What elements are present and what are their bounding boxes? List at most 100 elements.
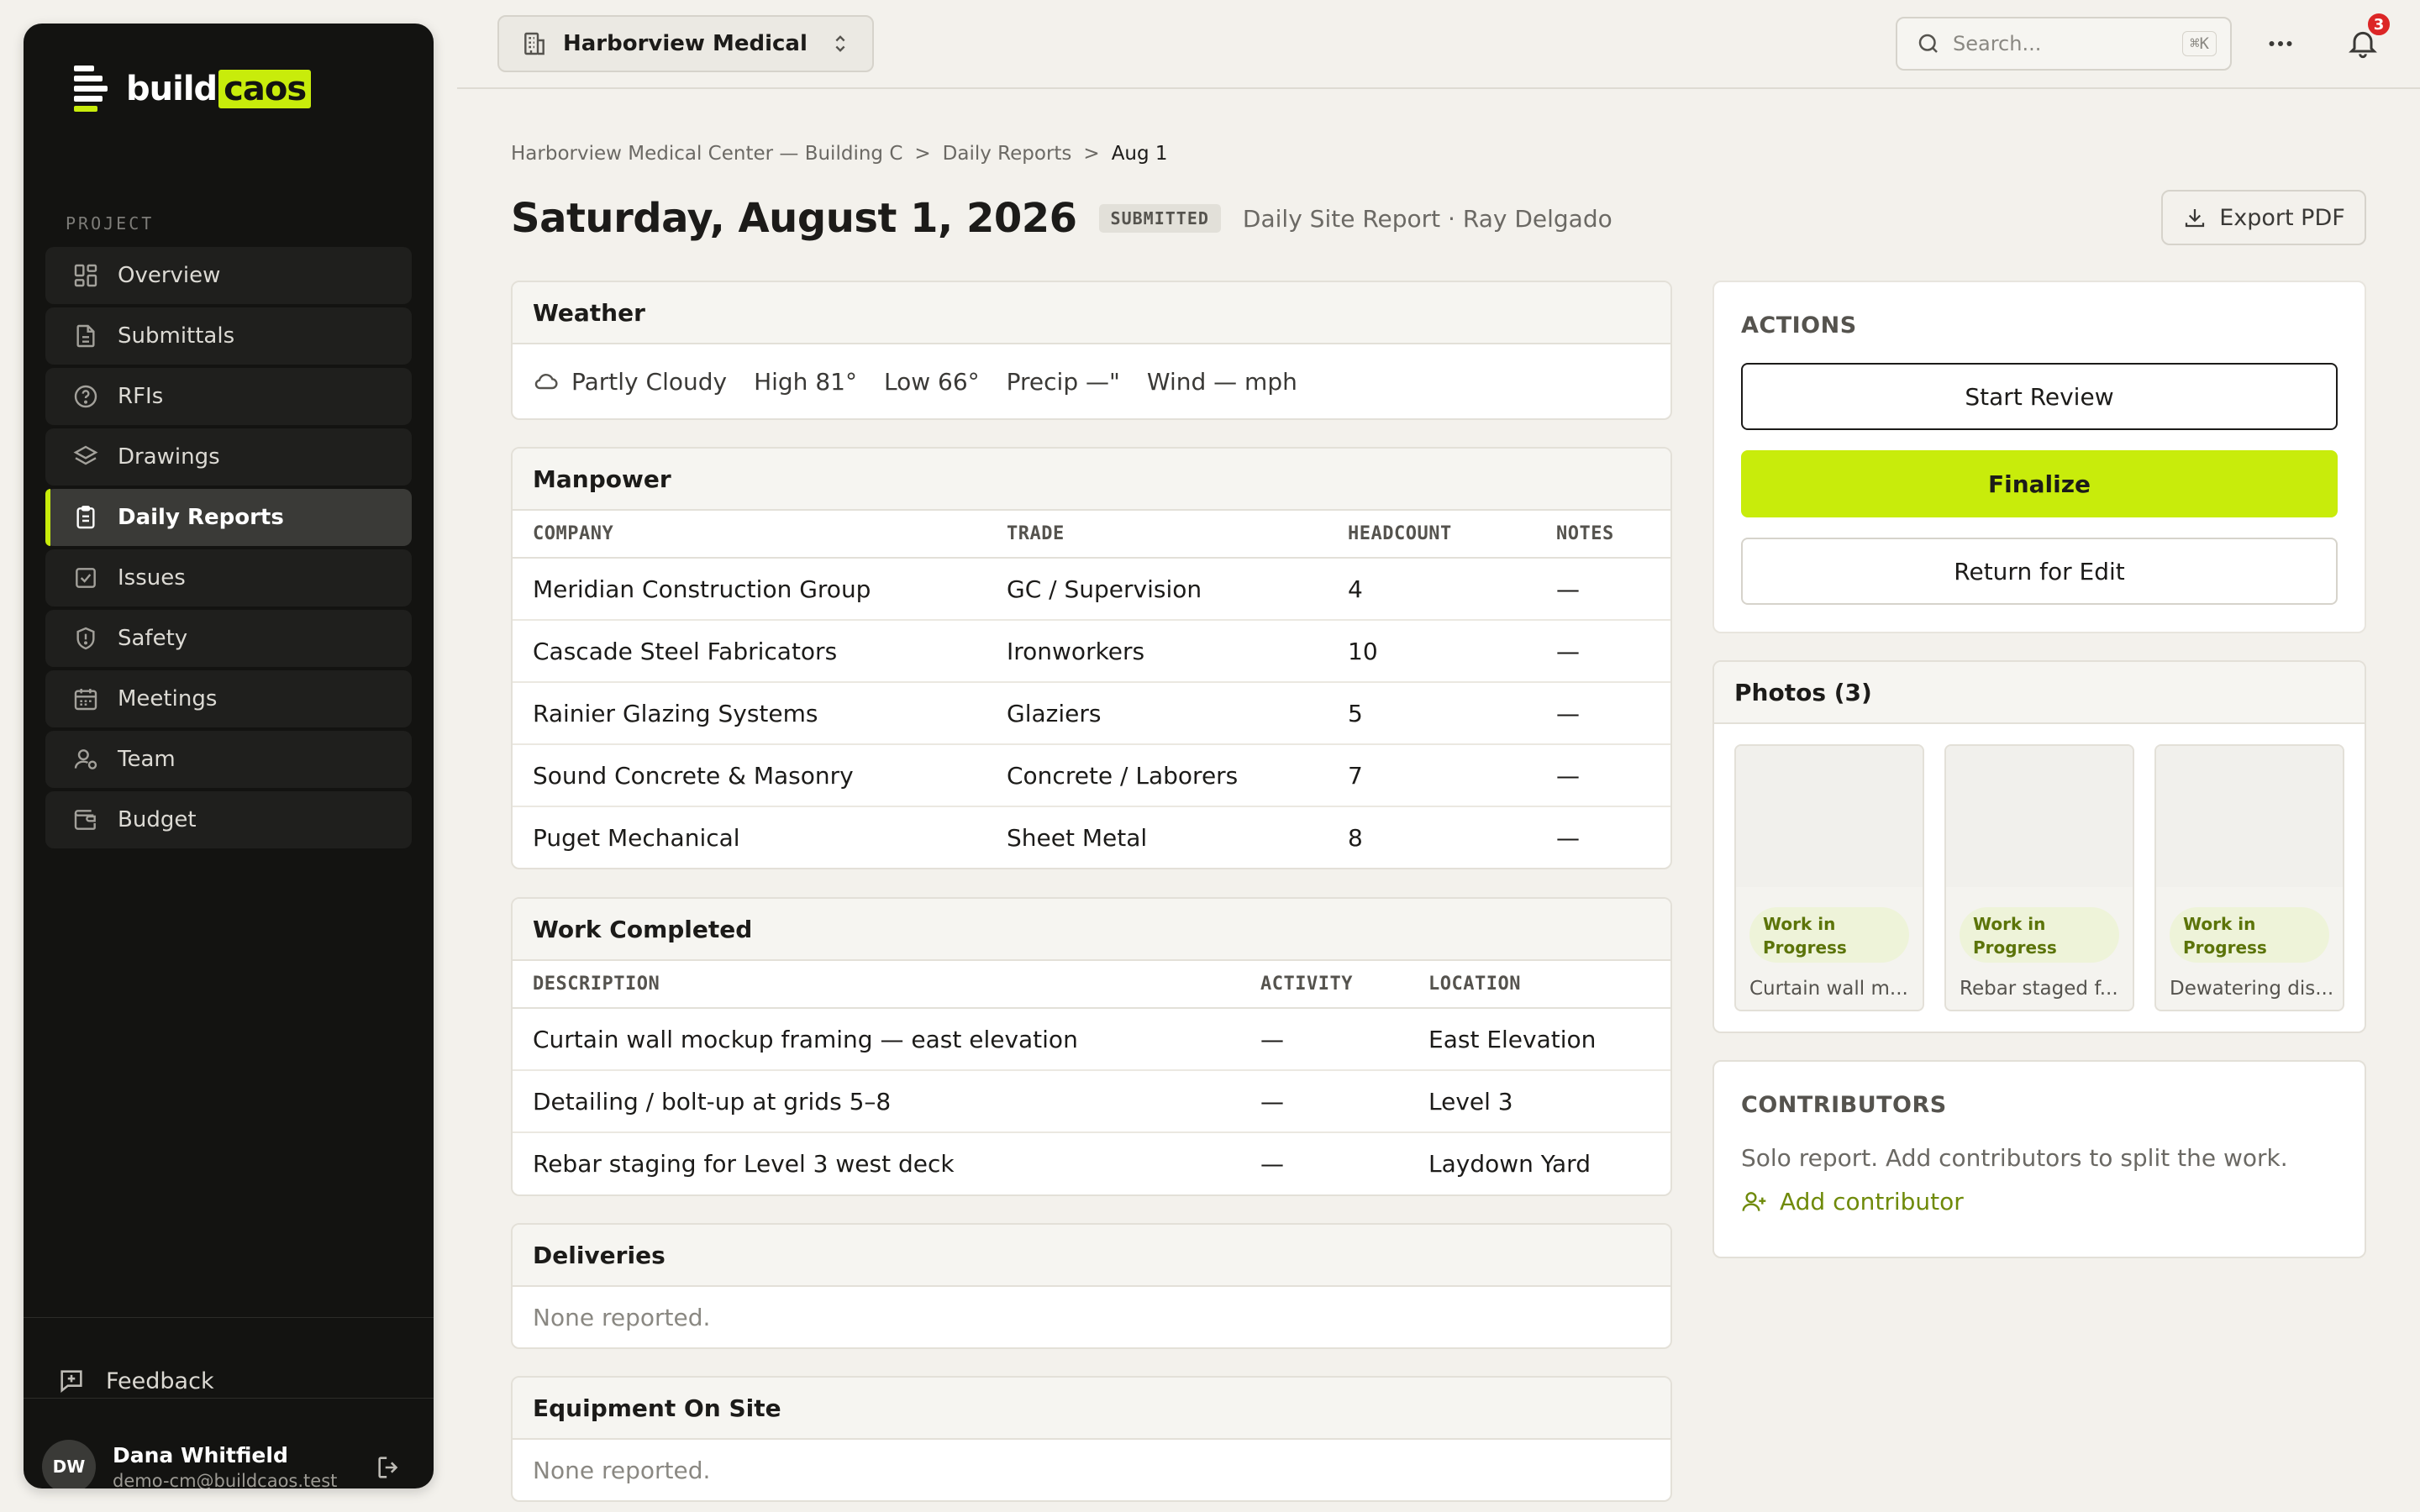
building-icon xyxy=(524,32,544,55)
document-icon xyxy=(76,324,95,348)
notes-cell: — xyxy=(1536,558,1670,621)
search-shortcut: ⌘K xyxy=(2182,31,2217,56)
actions-card: ACTIONS Start Review Finalize Return for… xyxy=(1712,281,2366,633)
weather-precip: Precip —" xyxy=(1006,367,1120,396)
trade-cell: Ironworkers xyxy=(986,620,1328,683)
user-profile[interactable]: DW Dana Whitfield demo-cm@buildcaos.test xyxy=(42,1440,415,1489)
sidebar-item-budget[interactable]: Budget xyxy=(45,791,412,848)
photos-grid: Work in Progress Curtain wall m... Work i… xyxy=(1734,744,2344,1011)
weather-card-title: Weather xyxy=(513,282,1670,344)
sidebar-item-label: Budget xyxy=(118,807,197,832)
project-selector-label: Harborview Medical C... xyxy=(563,31,815,56)
export-pdf-button[interactable]: Export PDF xyxy=(2161,190,2366,245)
table-row: Curtain wall mockup framing — east eleva… xyxy=(513,1008,1670,1071)
sidebar-item-rfis[interactable]: RFIs xyxy=(45,368,412,425)
column-header: ACTIVITY xyxy=(1240,961,1408,1009)
sidebar-divider xyxy=(24,1317,434,1318)
top-bar: Harborview Medical C... ⌘K 3 xyxy=(457,0,2420,89)
breadcrumb: Harborview Medical Center — Building C >… xyxy=(511,143,1168,165)
sidebar-item-label: Team xyxy=(118,747,176,772)
photo-image xyxy=(2156,746,2343,887)
activity-cell: — xyxy=(1240,1070,1408,1133)
photo-image xyxy=(1736,746,1923,887)
sidebar-item-label: Drawings xyxy=(118,444,220,470)
equipment-card: Equipment On Site None reported. xyxy=(511,1376,1672,1502)
sidebar-item-submittals[interactable]: Submittals xyxy=(45,307,412,365)
breadcrumb-daily-reports[interactable]: Daily Reports xyxy=(943,143,1072,165)
weather-high: High 81° xyxy=(754,367,857,396)
return-for-edit-button[interactable]: Return for Edit xyxy=(1741,538,2338,605)
breadcrumb-separator: > xyxy=(914,143,931,165)
contributors-card: CONTRIBUTORS Solo report. Add contributo… xyxy=(1712,1060,2366,1258)
add-contributor-link[interactable]: Add contributor xyxy=(1741,1188,1964,1215)
table-row: Detailing / bolt-up at grids 5–8 — Level… xyxy=(513,1070,1670,1133)
logout-icon[interactable] xyxy=(375,1453,403,1482)
photo-thumbnail[interactable]: Work in Progress Rebar staged f... xyxy=(1944,744,2134,1011)
sidebar-section-label: PROJECT xyxy=(66,213,155,234)
feedback-icon xyxy=(60,1370,82,1393)
location-cell: Level 3 xyxy=(1408,1070,1670,1133)
sidebar-item-team[interactable]: Team xyxy=(45,731,412,788)
notes-cell: — xyxy=(1536,744,1670,807)
search-box[interactable]: ⌘K xyxy=(1896,17,2232,71)
weather-wind: Wind — mph xyxy=(1146,367,1297,396)
sidebar-item-drawings[interactable]: Drawings xyxy=(45,428,412,486)
trade-cell: Sheet Metal xyxy=(1007,824,1148,852)
sidebar-item-label: Safety xyxy=(118,626,188,651)
export-pdf-label: Export PDF xyxy=(2219,204,2345,231)
logo[interactable]: build caos xyxy=(74,66,312,113)
weather-card: Weather Partly Cloudy High 81° Low 66° P… xyxy=(511,281,1672,420)
work-completed-card: Work Completed DESCRIPTION ACTIVITY LOCA… xyxy=(511,897,1672,1196)
question-icon xyxy=(74,385,97,408)
column-header: HEADCOUNT xyxy=(1328,511,1536,559)
weather-condition: Partly Cloudy xyxy=(571,367,728,396)
location-cell: Laydown Yard xyxy=(1428,1150,1591,1178)
sidebar-item-label: Meetings xyxy=(118,686,218,711)
equipment-card-title: Equipment On Site xyxy=(513,1378,1670,1440)
finalize-button[interactable]: Finalize xyxy=(1741,450,2338,517)
sidebar-item-issues[interactable]: Issues xyxy=(45,549,412,606)
activity-cell: — xyxy=(1240,1008,1408,1071)
photo-caption: Curtain wall m... xyxy=(1749,978,1908,1000)
headcount-cell: 5 xyxy=(1328,682,1536,745)
breadcrumb-project[interactable]: Harborview Medical Center — Building C xyxy=(511,143,902,165)
feedback-button[interactable]: Feedback xyxy=(57,1354,214,1408)
photos-card: Photos (3) Work in Progress Curtain wall … xyxy=(1712,660,2366,1033)
photo-image xyxy=(1946,746,2133,887)
column-header: LOCATION xyxy=(1408,961,1670,1009)
headcount-cell: 7 xyxy=(1328,744,1536,807)
manpower-table: COMPANY TRADE HEADCOUNT NOTES Meridian C… xyxy=(513,511,1670,868)
photo-tag: Work in Progress xyxy=(1960,907,2119,963)
logo-wordmark: build caos xyxy=(126,70,312,108)
column-header: DESCRIPTION xyxy=(513,961,1240,1009)
download-icon xyxy=(2186,209,2205,228)
description-cell: Detailing / bolt-up at grids 5–8 xyxy=(513,1070,1240,1133)
description-cell: Rebar staging for Level 3 west deck xyxy=(533,1150,955,1178)
layers-icon xyxy=(73,445,98,465)
sidebar-item-meetings[interactable]: Meetings xyxy=(45,670,412,727)
sidebar-item-safety[interactable]: Safety xyxy=(45,610,412,667)
user-email: demo-cm@buildcaos.test xyxy=(113,1470,338,1489)
breadcrumb-separator: > xyxy=(1083,143,1100,165)
headcount-cell: 10 xyxy=(1328,620,1536,683)
sidebar-item-daily-reports[interactable]: Daily Reports xyxy=(45,489,412,546)
activity-cell: — xyxy=(1260,1150,1284,1178)
project-selector[interactable]: Harborview Medical C... xyxy=(497,15,874,72)
trade-cell: GC / Supervision xyxy=(986,558,1328,621)
sidebar-item-overview[interactable]: Overview xyxy=(45,247,412,304)
table-row: Puget Mechanical Sheet Metal 8 — xyxy=(513,806,1670,868)
photo-caption: Rebar staged f... xyxy=(1960,978,2118,1000)
trade-cell: Concrete / Laborers xyxy=(986,744,1328,807)
deliveries-empty-text: None reported. xyxy=(533,1303,711,1331)
sidebar-item-label: Daily Reports xyxy=(118,505,284,530)
deliveries-card: Deliveries None reported. xyxy=(511,1223,1672,1349)
description-cell: Curtain wall mockup framing — east eleva… xyxy=(513,1008,1240,1071)
start-review-button[interactable]: Start Review xyxy=(1741,363,2338,430)
weather-summary: Partly Cloudy High 81° Low 66° Precip —"… xyxy=(513,344,1670,418)
photo-thumbnail[interactable]: Work in Progress Dewatering dis... xyxy=(2154,744,2344,1011)
search-input[interactable] xyxy=(1953,32,2154,55)
more-options-icon[interactable] xyxy=(2264,29,2297,59)
company-cell: Cascade Steel Fabricators xyxy=(513,620,986,683)
photo-thumbnail[interactable]: Work in Progress Curtain wall m... xyxy=(1734,744,1924,1011)
table-row: Sound Concrete & Masonry Concrete / Labo… xyxy=(513,744,1670,807)
